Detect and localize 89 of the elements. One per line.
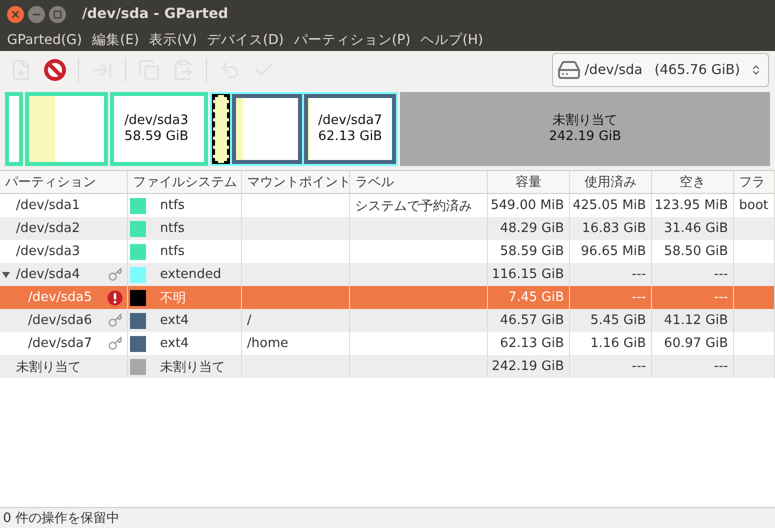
filesystem-text: 未割り当て bbox=[160, 358, 225, 376]
menu-item[interactable]: ヘルプ(H) bbox=[415, 30, 488, 48]
column-header[interactable]: パーティション bbox=[0, 171, 128, 193]
expander-icon[interactable] bbox=[2, 270, 10, 278]
partition-name: /dev/sda2 bbox=[16, 221, 80, 236]
partition-name: /dev/sda6 bbox=[28, 313, 92, 328]
key-icon bbox=[108, 336, 123, 351]
filesystem-text: ext4 bbox=[160, 313, 189, 328]
partition-name: 未割り当て bbox=[16, 358, 81, 376]
spinner-arrows-icon bbox=[750, 64, 762, 76]
close-button[interactable] bbox=[7, 6, 24, 22]
free-text: --- bbox=[714, 267, 728, 282]
free-text: --- bbox=[714, 290, 728, 305]
used-text: --- bbox=[632, 290, 646, 305]
segment-name: /dev/sda7 bbox=[318, 113, 384, 129]
segment-name: /dev/sda3 bbox=[124, 113, 190, 129]
key-icon bbox=[108, 267, 123, 282]
column-header[interactable]: フラ bbox=[734, 171, 775, 193]
free-text: 31.46 GiB bbox=[664, 221, 728, 236]
size-text: 116.15 GiB bbox=[492, 267, 564, 282]
filesystem-text: ntfs bbox=[160, 198, 185, 213]
mount-point: /home bbox=[247, 336, 288, 351]
menu-item[interactable]: デバイス(D) bbox=[202, 30, 289, 48]
flags-text: boot bbox=[739, 198, 768, 213]
used-text: 425.05 MiB bbox=[572, 198, 646, 213]
size-text: 7.45 GiB bbox=[508, 290, 564, 305]
column-header[interactable]: 空き bbox=[652, 171, 734, 193]
menu-item[interactable]: 編集(E) bbox=[86, 30, 144, 48]
no-entry-icon bbox=[43, 58, 67, 82]
filesystem-text: extended bbox=[160, 267, 222, 282]
filesystem-text: ext4 bbox=[160, 336, 189, 351]
free-text: 123.95 MiB bbox=[654, 198, 728, 213]
filesystem-text: 不明 bbox=[160, 290, 186, 306]
column-header[interactable]: 使用済み bbox=[570, 171, 652, 193]
partition-row[interactable]: /dev/sda6 ext4 / 46.57 GiB 5.45 GiB 41.12 GiB bbox=[0, 309, 775, 332]
used-text: 96.65 MiB bbox=[580, 244, 646, 259]
column-header[interactable]: マウントポイント bbox=[242, 171, 350, 193]
partition-row[interactable]: 未割り当て 未割り当て 242.19 GiB --- --- bbox=[0, 355, 775, 378]
size-text: 62.13 GiB bbox=[500, 336, 564, 351]
maximize-button[interactable] bbox=[49, 6, 66, 22]
minimize-button[interactable] bbox=[28, 6, 45, 22]
device-selector[interactable]: /dev/sda (465.76 GiB) bbox=[552, 52, 769, 86]
partition-segment[interactable]: /dev/sda3 58.59 GiB bbox=[110, 92, 208, 166]
used-text: 1.16 GiB bbox=[590, 336, 646, 351]
menu-item[interactable]: パーティション(P) bbox=[288, 30, 416, 48]
size-text: 48.29 GiB bbox=[500, 221, 564, 236]
partition-name: /dev/sda1 bbox=[16, 198, 80, 213]
size-text: 242.19 GiB bbox=[492, 359, 564, 374]
free-text: 58.50 GiB bbox=[664, 244, 728, 259]
column-header[interactable]: ファイルシステム bbox=[128, 171, 242, 193]
unallocated-segment[interactable]: 未割り当て 242.19 GiB bbox=[400, 92, 770, 166]
partition-name: /dev/sda4 bbox=[16, 267, 80, 282]
partition-name: /dev/sda7 bbox=[28, 336, 92, 351]
used-text: --- bbox=[632, 267, 646, 282]
column-header[interactable]: ラベル bbox=[350, 171, 488, 193]
partition-row[interactable]: /dev/sda2 ntfs 48.29 GiB 16.83 GiB 31.46 GiB bbox=[0, 217, 775, 240]
partition-row[interactable]: /dev/sda4 extended 116.15 GiB --- --- bbox=[0, 263, 775, 286]
partition-name: /dev/sda5 bbox=[28, 290, 92, 305]
column-header[interactable]: 容量 bbox=[488, 171, 570, 193]
unknown-segment[interactable] bbox=[212, 94, 230, 164]
warning-icon bbox=[107, 290, 123, 306]
partition-label: システムで予約済み bbox=[355, 198, 472, 214]
used-text: --- bbox=[632, 359, 646, 374]
mount-point: / bbox=[247, 313, 252, 328]
segment-size: 62.13 GiB bbox=[318, 129, 384, 145]
filesystem-text: ntfs bbox=[160, 221, 185, 236]
key-icon bbox=[108, 313, 123, 328]
free-text: 41.12 GiB bbox=[664, 313, 728, 328]
size-text: 58.59 GiB bbox=[500, 244, 564, 259]
extended-segment[interactable]: /dev/sda7 62.13 GiB bbox=[210, 92, 398, 166]
size-text: 46.57 GiB bbox=[500, 313, 564, 328]
partition-name: /dev/sda3 bbox=[16, 244, 80, 259]
close-icon bbox=[10, 8, 21, 20]
window-title: /dev/sda - GParted bbox=[82, 6, 228, 22]
partition-segment[interactable]: /dev/sda7 62.13 GiB bbox=[304, 94, 396, 164]
used-text: 16.83 GiB bbox=[582, 221, 646, 236]
free-text: 60.97 GiB bbox=[664, 336, 728, 351]
segment-size: 58.59 GiB bbox=[124, 129, 190, 145]
maximize-icon bbox=[53, 10, 62, 18]
menu-item[interactable]: 表示(V) bbox=[144, 30, 202, 48]
segment-size: 242.19 GiB bbox=[548, 129, 622, 145]
size-text: 549.00 MiB bbox=[490, 198, 564, 213]
menu-item[interactable]: GParted(G) bbox=[2, 32, 87, 48]
free-text: --- bbox=[714, 359, 728, 374]
partition-segment[interactable] bbox=[232, 94, 302, 164]
filesystem-text: ntfs bbox=[160, 244, 185, 259]
status-text: 0 件の操作を保留中 bbox=[0, 507, 775, 528]
used-text: 5.45 GiB bbox=[590, 313, 646, 328]
segment-name: 未割り当て bbox=[552, 113, 618, 129]
